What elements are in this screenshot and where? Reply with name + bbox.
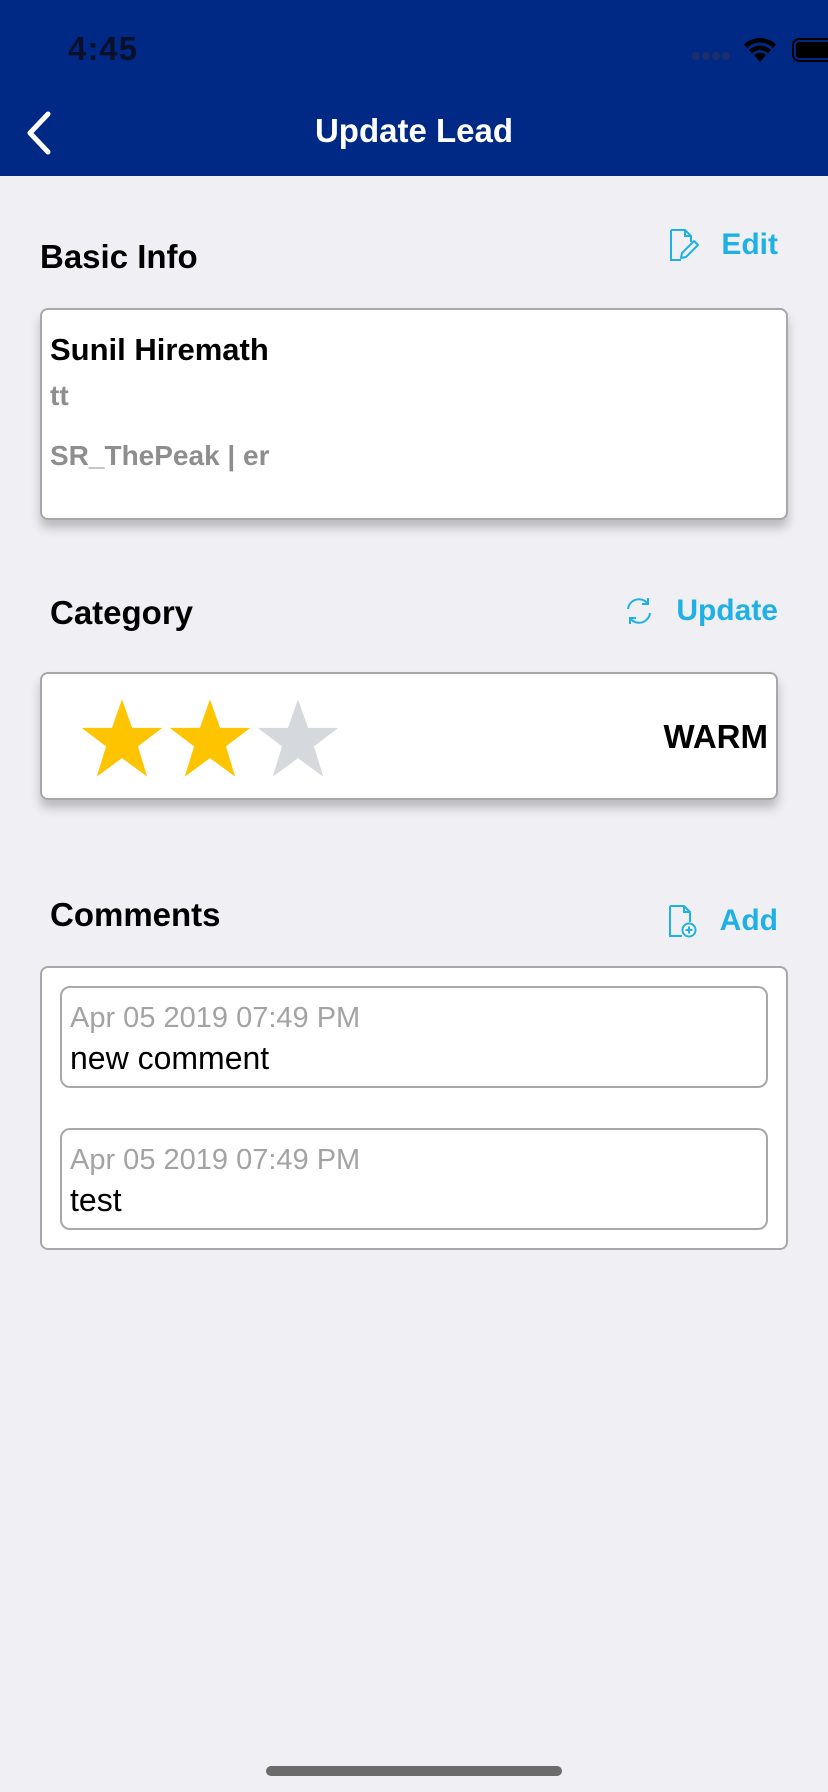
wifi-icon	[744, 38, 776, 62]
comments-title: Comments	[50, 896, 221, 933]
update-button[interactable]: Update	[624, 594, 778, 628]
edit-label: Edit	[721, 228, 778, 261]
add-label: Add	[719, 904, 778, 937]
category-label: WARM	[663, 718, 768, 755]
status-time: 4:45	[68, 30, 139, 67]
lead-name: Sunil Hiremath	[50, 332, 269, 367]
comment-text: new comment	[70, 1040, 270, 1076]
comment-item[interactable]: Apr 05 2019 07:49 PM new comment	[60, 986, 768, 1088]
home-indicator	[266, 1766, 562, 1776]
basic-info-title: Basic Info	[40, 238, 198, 275]
lead-meta: SR_ThePeak | er	[50, 440, 270, 471]
update-label: Update	[676, 594, 778, 627]
comment-text: test	[70, 1182, 122, 1218]
add-comment-button[interactable]: Add	[666, 904, 778, 938]
page-title: Update Lead	[314, 112, 514, 149]
edit-button[interactable]: Edit	[667, 228, 778, 262]
star-filled-icon[interactable]	[168, 696, 252, 780]
lead-subtitle: tt	[50, 380, 69, 411]
comment-date: Apr 05 2019 07:49 PM	[70, 1002, 361, 1034]
signal-icon	[692, 52, 732, 62]
star-rating[interactable]	[80, 696, 344, 780]
category-title: Category	[50, 594, 194, 631]
star-filled-icon[interactable]	[80, 696, 164, 780]
refresh-icon	[627, 598, 652, 624]
comments-card: Apr 05 2019 07:49 PM new comment Apr 05 …	[40, 966, 788, 1250]
battery-icon	[792, 38, 828, 62]
app-header: 4:45 Update Lead	[0, 0, 828, 176]
comment-date: Apr 05 2019 07:49 PM	[70, 1144, 361, 1176]
add-document-icon	[668, 905, 697, 938]
basic-info-card: Sunil Hiremath tt SR_ThePeak | er	[40, 308, 788, 520]
comment-item[interactable]: Apr 05 2019 07:49 PM test	[60, 1128, 768, 1230]
category-card: WARM	[40, 672, 778, 800]
star-empty-icon[interactable]	[256, 696, 340, 780]
edit-icon	[670, 229, 700, 261]
